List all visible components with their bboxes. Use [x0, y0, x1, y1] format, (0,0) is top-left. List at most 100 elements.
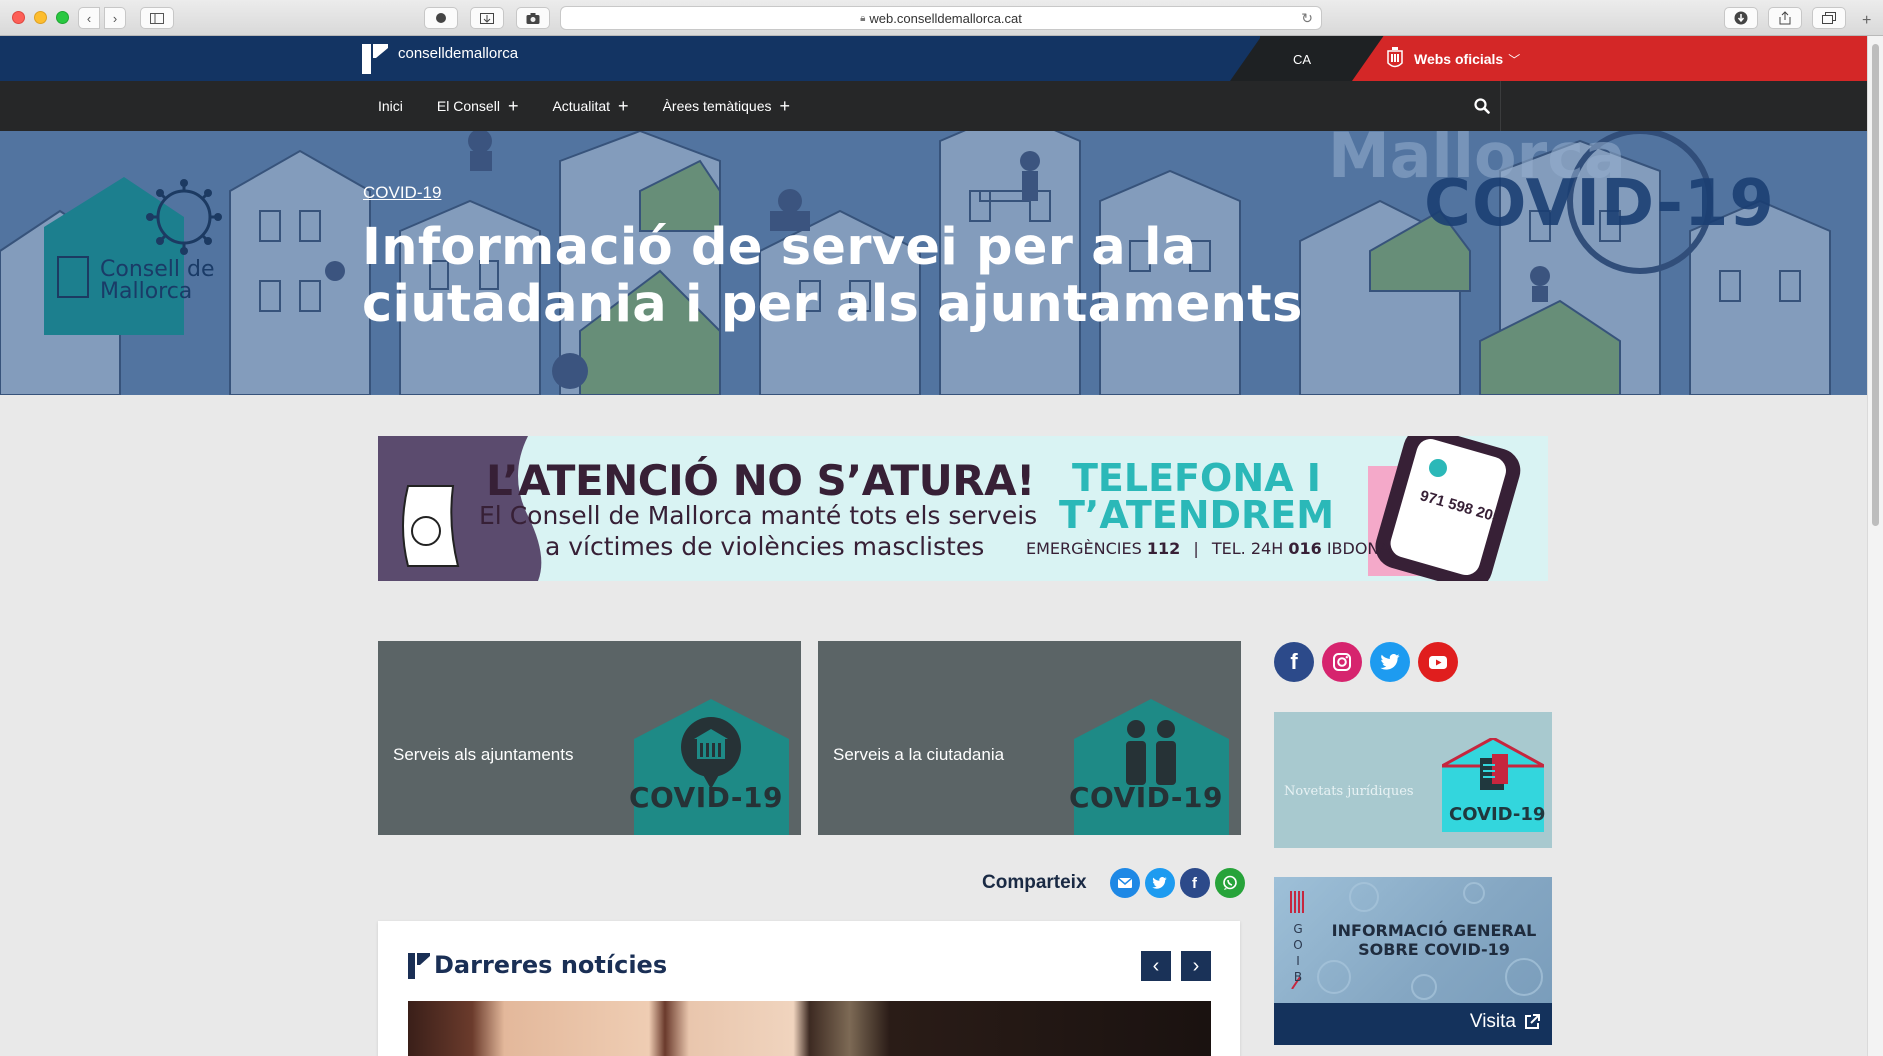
- share-icon: [1779, 11, 1791, 25]
- zoom-window-button[interactable]: [56, 11, 69, 24]
- sidebar-icon: [150, 12, 164, 24]
- official-sites-dropdown[interactable]: Webs oficials ﹀: [1386, 47, 1520, 71]
- scrollbar-thumb[interactable]: [1872, 44, 1879, 526]
- section-title: Darreres notícies: [434, 951, 668, 979]
- language-selector[interactable]: CA: [1293, 52, 1311, 67]
- chevron-down-icon: ﹀: [1508, 52, 1521, 67]
- share-facebook-button[interactable]: f: [1179, 868, 1210, 898]
- tel-number: 016: [1288, 539, 1322, 558]
- card-label: Serveis als ajuntaments: [393, 745, 574, 764]
- nav-item-label: Actualitat: [552, 98, 611, 114]
- instagram-link[interactable]: [1322, 642, 1362, 682]
- crest-icon: [1387, 47, 1403, 68]
- consell-logo-icon: [408, 953, 430, 979]
- url-text: web.conselldemallorca.cat: [869, 10, 1022, 26]
- forward-button[interactable]: ›: [104, 7, 126, 29]
- facebook-icon: f: [1290, 649, 1298, 674]
- news-image[interactable]: [408, 1001, 1211, 1056]
- legal-news-label: Novetats jurídiques: [1284, 784, 1414, 799]
- social-links: f: [1274, 642, 1466, 682]
- twitter-link[interactable]: [1370, 642, 1410, 682]
- legal-news-card[interactable]: Novetats jurídiques COVID-19: [1274, 712, 1552, 848]
- breadcrumb[interactable]: COVID-19: [363, 183, 441, 203]
- nav-item-actualitat[interactable]: Actualitat +: [552, 97, 628, 115]
- back-button[interactable]: ‹: [78, 7, 100, 29]
- covid-info-title: INFORMACIÓ GENERAL SOBRE COVID-19: [1331, 921, 1537, 959]
- nav-item-label: Inici: [378, 98, 403, 114]
- emergencies-number: 112: [1146, 539, 1181, 558]
- nav-item-inici[interactable]: Inici: [378, 98, 403, 114]
- goib-letters: G O I B: [1292, 921, 1304, 985]
- hero-banner: Mallorca COVID-19 Consell de Mallorca CO…: [0, 131, 1867, 395]
- screenshot-extension-button[interactable]: [516, 7, 550, 29]
- banner-headline: L’ATENCIÓ NO S’ATURA!: [486, 456, 1035, 505]
- tel-label: TEL. 24H: [1211, 539, 1284, 558]
- consell-logo-icon: [362, 44, 388, 74]
- emergencies-label: EMERGÈNCIES: [1026, 539, 1142, 558]
- page-title: Informació de servei per a la ciutadania…: [362, 218, 1303, 334]
- card-serveis-ajuntaments[interactable]: Serveis als ajuntaments COVID-19: [378, 641, 801, 835]
- evernote-extension-button[interactable]: [424, 7, 458, 29]
- external-link-icon: [1525, 1014, 1540, 1029]
- brand-name: conselldemallorca: [398, 45, 519, 62]
- card-serveis-ciutadania[interactable]: Serveis a la ciutadania COVID-19: [818, 641, 1241, 835]
- share-button[interactable]: [1768, 7, 1802, 29]
- town-hall-icon: [634, 699, 789, 835]
- covid-info-card[interactable]: G O I B INFORMACIÓ GENERAL SOBRE COVID-1…: [1274, 877, 1552, 1045]
- hero-badge-text: Consell de Mallorca: [100, 259, 214, 303]
- legal-news-badge: COVID-19: [1449, 804, 1546, 825]
- email-icon: [1117, 878, 1132, 888]
- twitter-icon: [1380, 654, 1400, 670]
- facebook-icon: f: [1192, 874, 1198, 892]
- visit-link[interactable]: Visita: [1470, 1011, 1540, 1033]
- search-button[interactable]: [1462, 81, 1502, 131]
- separator: |: [1193, 539, 1199, 558]
- main-navigation: Inici El Consell + Actualitat + Àrees temà…: [0, 81, 1867, 131]
- plus-icon: +: [507, 96, 519, 116]
- twitter-icon: [1152, 877, 1167, 889]
- visit-bar[interactable]: Visita: [1274, 1003, 1552, 1045]
- chevron-left-icon: ‹: [86, 10, 92, 26]
- violence-helpline-banner[interactable]: 971 598 205 L’ATENCIÓ NO S’ATURA! El Con…: [378, 436, 1548, 581]
- downloads-button[interactable]: [1724, 7, 1758, 29]
- news-next-button[interactable]: ›: [1181, 951, 1211, 981]
- youtube-link[interactable]: [1418, 642, 1458, 682]
- share-twitter-button[interactable]: [1144, 868, 1175, 898]
- share-whatsapp-button[interactable]: [1214, 868, 1245, 898]
- plus-icon: +: [779, 96, 791, 116]
- page-scrollbar[interactable]: [1867, 36, 1883, 1056]
- address-bar[interactable]: 🔒︎ web.conselldemallorca.cat ↻: [560, 6, 1322, 30]
- sidebar-toggle-button[interactable]: [140, 7, 174, 29]
- banner-call-line-2: T’ATENDREM: [1059, 493, 1335, 537]
- site-logo[interactable]: conselldemallorca: [362, 44, 518, 74]
- chevron-left-icon: ‹: [1152, 954, 1160, 977]
- download-page-icon: [480, 12, 494, 24]
- banner-subline-2: a víctimes de violències masclistes: [545, 532, 985, 561]
- reload-icon[interactable]: ↻: [1301, 10, 1313, 27]
- tabs-overview-button[interactable]: [1812, 7, 1846, 29]
- minimize-window-button[interactable]: [34, 11, 47, 24]
- goib-letter: G: [1293, 922, 1303, 936]
- latest-news-section: Darreres notícies ‹ ›: [378, 921, 1240, 1056]
- nav-item-el-consell[interactable]: El Consell +: [437, 97, 519, 115]
- close-window-button[interactable]: [12, 11, 25, 24]
- news-prev-button[interactable]: ‹: [1141, 951, 1171, 981]
- visit-label: Visita: [1469, 1011, 1516, 1032]
- chevron-right-icon: ›: [112, 10, 118, 26]
- people-icon: [1074, 699, 1229, 835]
- share-email-button[interactable]: [1109, 868, 1140, 898]
- nav-item-label: El Consell: [436, 98, 500, 114]
- banner-subline-1: El Consell de Mallorca manté tots els se…: [479, 501, 1038, 530]
- new-tab-button[interactable]: +: [1862, 12, 1871, 30]
- facebook-link[interactable]: f: [1274, 642, 1314, 682]
- official-sites-label: Webs oficials: [1414, 51, 1504, 67]
- reader-extension-button[interactable]: [470, 7, 504, 29]
- card-covid-badge: COVID-19: [1068, 781, 1223, 814]
- tabs-icon: [1822, 12, 1836, 24]
- goib-letter: I: [1296, 954, 1300, 968]
- instagram-icon: [1333, 653, 1351, 671]
- banner-emergency-numbers: EMERGÈNCIES 112 | TEL. 24H 016 IBDONA: [1026, 539, 1390, 558]
- browser-toolbar: ‹ › 🔒︎ web.conselldemallorca.cat ↻ +: [0, 0, 1883, 36]
- nav-item-arees-tematiques[interactable]: Àrees temàtiques +: [663, 97, 790, 115]
- lock-icon: 🔒︎: [860, 12, 866, 24]
